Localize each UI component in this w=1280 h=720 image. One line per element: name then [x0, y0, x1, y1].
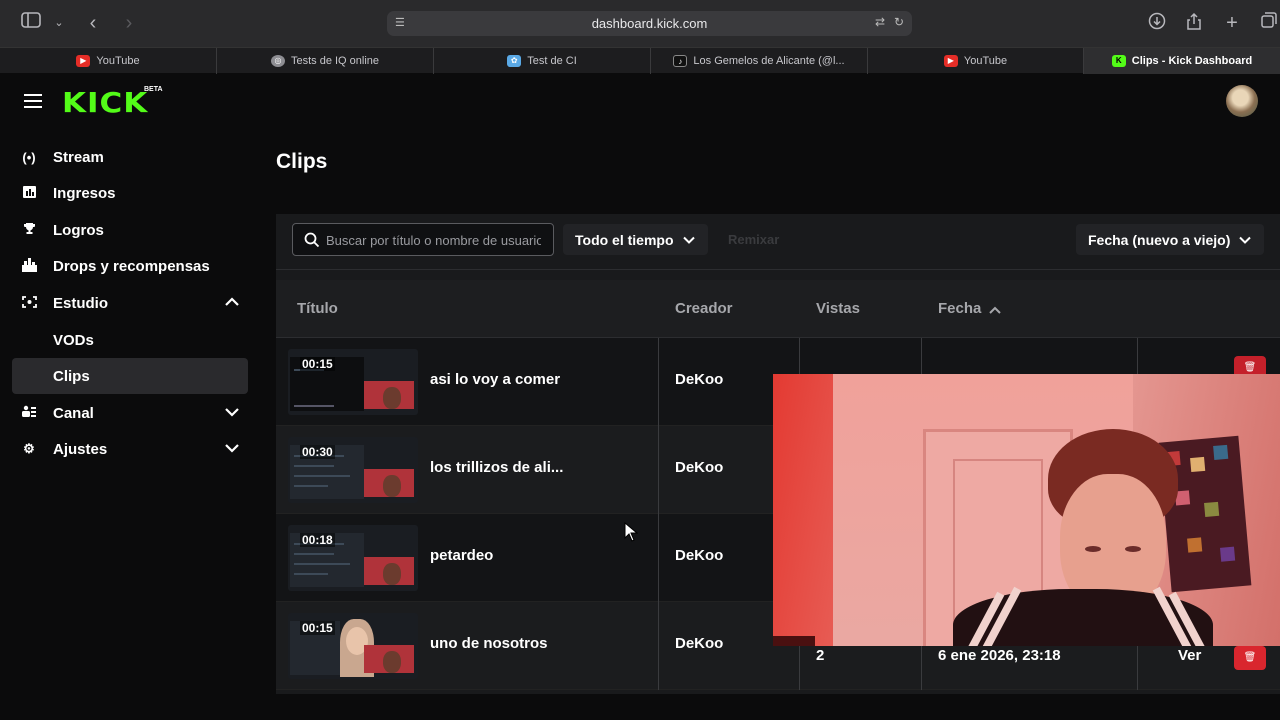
sidebar-toggle-icon[interactable]: [20, 12, 42, 34]
sidebar-item-vods[interactable]: VODs: [12, 322, 248, 358]
page-title: Clips: [276, 150, 328, 173]
sidebar-item-canal[interactable]: Canal: [12, 395, 248, 431]
view-clip-button[interactable]: Ver: [1178, 647, 1201, 664]
clip-duration: 00:30: [300, 445, 335, 459]
sidebar-item-clips[interactable]: Clips: [12, 358, 248, 394]
tab-test-ci[interactable]: ✿ Test de CI: [434, 48, 651, 74]
download-icon[interactable]: [1146, 12, 1168, 34]
reload-icon[interactable]: ↻: [894, 15, 904, 29]
column-views[interactable]: Vistas: [816, 300, 860, 317]
translate-icon[interactable]: ⇄: [875, 15, 885, 29]
tab-label: Tests de IQ online: [290, 55, 380, 67]
kick-dashboard: KICK BETA (•) Stream Ingresos Logros Dro…: [0, 74, 1280, 720]
column-date[interactable]: Fecha: [938, 300, 981, 317]
clip-duration: 00:15: [300, 357, 335, 371]
sidebar-item-drops[interactable]: Drops y recompensas: [12, 248, 248, 284]
clip-thumbnail[interactable]: 00:18: [288, 525, 418, 591]
sidebar-item-logros[interactable]: Logros: [12, 212, 248, 248]
clip-title[interactable]: los trillizos de ali...: [430, 459, 563, 476]
tab-label: Los Gemelos de Alicante (@l...: [693, 55, 845, 67]
sort-up-icon[interactable]: [988, 304, 1002, 316]
tab-label: YouTube: [963, 55, 1008, 67]
globe-icon: ◎: [270, 55, 285, 67]
gear-icon: ⚙: [23, 441, 35, 456]
clip-duration: 00:18: [300, 533, 335, 547]
brain-icon: ✿: [507, 55, 522, 67]
sidebar-item-ajustes[interactable]: ⚙ Ajustes: [12, 431, 248, 467]
tab-youtube-2[interactable]: ▶ YouTube: [868, 48, 1084, 74]
youtube-icon: ▶: [76, 55, 91, 67]
youtube-icon: ▶: [943, 55, 958, 67]
kick-logo[interactable]: KICK: [62, 87, 148, 119]
clip-title[interactable]: petardeo: [430, 547, 493, 564]
clip-views: 2: [816, 647, 825, 664]
webcam-overlay: [773, 374, 1280, 646]
clip-date: 6 ene 2026, 23:18: [938, 647, 1061, 664]
sort-label: Fecha (nuevo a viejo): [1088, 231, 1231, 248]
time-filter-dropdown[interactable]: Todo el tiempo: [563, 224, 708, 255]
url-text: dashboard.kick.com: [591, 16, 708, 31]
clip-thumbnail[interactable]: 00:15: [288, 349, 418, 415]
clip-creator[interactable]: DeKoo: [675, 635, 723, 652]
tiktok-icon: ♪: [673, 55, 688, 67]
table-header: Título Creador Vistas Fecha: [276, 280, 1280, 338]
address-bar[interactable]: ☰ dashboard.kick.com ⇄ ↻: [387, 11, 912, 36]
clip-creator[interactable]: DeKoo: [675, 547, 723, 564]
clip-thumbnail[interactable]: 00:30: [288, 437, 418, 503]
tab-overview-icon[interactable]: [1258, 12, 1280, 34]
clip-title[interactable]: uno de nosotros: [430, 635, 548, 652]
broadcast-icon: (•): [22, 149, 36, 165]
mouse-cursor-icon: [624, 522, 638, 542]
clip-creator[interactable]: DeKoo: [675, 371, 723, 388]
remix-button[interactable]: Remixar: [728, 232, 779, 247]
chevron-down-icon[interactable]: [224, 440, 240, 456]
column-creator[interactable]: Creador: [675, 300, 733, 317]
sort-dropdown[interactable]: Fecha (nuevo a viejo): [1076, 224, 1265, 255]
chevron-down-icon[interactable]: ⌄: [48, 12, 70, 34]
clip-creator[interactable]: DeKoo: [675, 459, 723, 476]
share-icon[interactable]: [1183, 12, 1205, 34]
chevron-down-icon[interactable]: [224, 404, 240, 420]
kick-icon: K: [1111, 55, 1126, 67]
time-filter-label: Todo el tiempo: [575, 231, 674, 248]
avatar[interactable]: [1226, 85, 1258, 117]
forward-icon[interactable]: ›: [118, 12, 140, 34]
delete-icon[interactable]: 🗑: [1234, 646, 1266, 670]
channel-icon: [21, 405, 37, 421]
studio-icon: [21, 295, 37, 311]
sidebar-item-stream[interactable]: (•) Stream: [12, 139, 248, 175]
tab-label: Clips - Kick Dashboard: [1131, 55, 1253, 67]
tab-bar: ▶ YouTube ◎ Tests de IQ online ✿ Test de…: [0, 47, 1280, 74]
back-icon[interactable]: ‹: [82, 12, 104, 34]
sidebar-item-ingresos[interactable]: Ingresos: [12, 175, 248, 211]
tab-tiktok[interactable]: ♪ Los Gemelos de Alicante (@l...: [651, 48, 868, 74]
tab-kick-clips[interactable]: K Clips - Kick Dashboard: [1084, 48, 1280, 74]
tab-label: YouTube: [96, 55, 140, 67]
tab-label: Test de CI: [527, 55, 577, 67]
chevron-up-icon[interactable]: [224, 294, 240, 310]
menu-icon[interactable]: [24, 94, 42, 108]
tab-youtube[interactable]: ▶ YouTube: [0, 48, 217, 74]
new-tab-icon[interactable]: +: [1221, 12, 1243, 34]
bar-chart-icon: [21, 185, 37, 201]
chevron-down-icon: [682, 236, 695, 244]
trophy-icon: [21, 222, 37, 238]
clip-title[interactable]: asi lo voy a comer: [430, 371, 560, 388]
tab-iq-tests[interactable]: ◎ Tests de IQ online: [217, 48, 434, 74]
search-input[interactable]: [326, 230, 541, 250]
filter-bar: Todo el tiempo Remixar Fecha (nuevo a vi…: [276, 214, 1280, 270]
browser-toolbar: ⌄ ‹ › ☰ dashboard.kick.com ⇄ ↻ +: [0, 0, 1280, 47]
sidebar-item-estudio[interactable]: Estudio: [12, 285, 248, 321]
search-box[interactable]: [292, 223, 554, 256]
beta-badge: BETA: [144, 86, 163, 93]
column-title[interactable]: Título: [297, 300, 338, 317]
chevron-down-icon: [1239, 236, 1252, 244]
clip-duration: 00:15: [300, 621, 335, 635]
gift-icon: [21, 257, 37, 275]
clip-thumbnail[interactable]: 00:15: [288, 613, 418, 679]
search-icon: [304, 232, 320, 248]
